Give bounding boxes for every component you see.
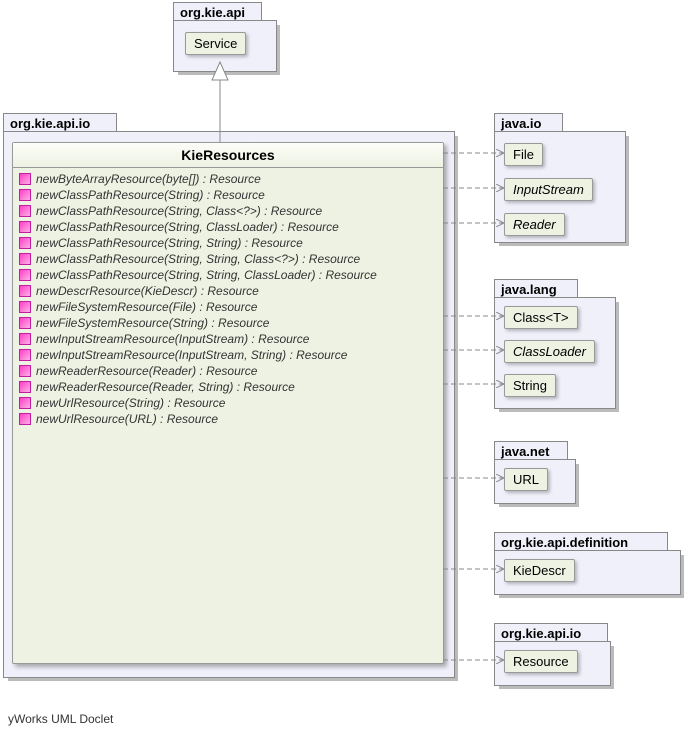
class-string[interactable]: String	[504, 374, 556, 397]
method-icon	[19, 333, 31, 345]
class-resource[interactable]: Resource	[504, 650, 578, 673]
footer-text: yWorks UML Doclet	[8, 712, 113, 726]
method-line: newUrlResource(URL) : Resource	[19, 411, 437, 427]
method-text: newDescrResource(KieDescr) : Resource	[36, 284, 259, 298]
method-text: newFileSystemResource(String) : Resource	[36, 316, 269, 330]
class-kiedescr[interactable]: KieDescr	[504, 559, 575, 582]
method-text: newReaderResource(Reader, String) : Reso…	[36, 380, 295, 394]
class-title: KieResources	[13, 143, 443, 168]
method-line: newInputStreamResource(InputStream) : Re…	[19, 331, 437, 347]
method-icon	[19, 205, 31, 217]
class-kieresources[interactable]: KieResources newByteArrayResource(byte[]…	[12, 142, 444, 664]
method-icon	[19, 237, 31, 249]
method-line: newClassPathResource(String, String, Cla…	[19, 267, 437, 283]
class-url[interactable]: URL	[504, 468, 548, 491]
method-text: newInputStreamResource(InputStream) : Re…	[36, 332, 309, 346]
method-line: newUrlResource(String) : Resource	[19, 395, 437, 411]
method-text: newClassPathResource(String) : Resource	[36, 188, 265, 202]
method-icon	[19, 365, 31, 377]
method-icon	[19, 269, 31, 281]
method-icon	[19, 285, 31, 297]
method-text: newClassPathResource(String, String, Cla…	[36, 252, 360, 266]
method-icon	[19, 189, 31, 201]
method-text: newInputStreamResource(InputStream, Stri…	[36, 348, 347, 362]
method-icon	[19, 413, 31, 425]
method-icon	[19, 381, 31, 393]
method-text: newFileSystemResource(File) : Resource	[36, 300, 257, 314]
method-line: newReaderResource(Reader) : Resource	[19, 363, 437, 379]
method-line: newFileSystemResource(File) : Resource	[19, 299, 437, 315]
method-icon	[19, 397, 31, 409]
method-text: newByteArrayResource(byte[]) : Resource	[36, 172, 261, 186]
class-classloader[interactable]: ClassLoader	[504, 340, 595, 363]
class-inputstream[interactable]: InputStream	[504, 178, 593, 201]
method-text: newReaderResource(Reader) : Resource	[36, 364, 257, 378]
method-text: newClassPathResource(String, Class<?>) :…	[36, 204, 322, 218]
method-line: newClassPathResource(String, String) : R…	[19, 235, 437, 251]
method-icon	[19, 173, 31, 185]
method-line: newClassPathResource(String) : Resource	[19, 187, 437, 203]
class-reader[interactable]: Reader	[504, 213, 565, 236]
method-icon	[19, 349, 31, 361]
class-file[interactable]: File	[504, 143, 543, 166]
class-body: newByteArrayResource(byte[]) : Resource n…	[13, 168, 443, 430]
method-text: newClassPathResource(String, String, Cla…	[36, 268, 377, 282]
method-icon	[19, 317, 31, 329]
method-text: newClassPathResource(String, ClassLoader…	[36, 220, 339, 234]
method-icon	[19, 301, 31, 313]
method-line: newByteArrayResource(byte[]) : Resource	[19, 171, 437, 187]
method-line: newFileSystemResource(String) : Resource	[19, 315, 437, 331]
method-line: newInputStreamResource(InputStream, Stri…	[19, 347, 437, 363]
method-text: newClassPathResource(String, String) : R…	[36, 236, 303, 250]
method-line: newClassPathResource(String, ClassLoader…	[19, 219, 437, 235]
method-text: newUrlResource(URL) : Resource	[36, 412, 218, 426]
method-icon	[19, 221, 31, 233]
method-line: newClassPathResource(String, String, Cla…	[19, 251, 437, 267]
method-line: newDescrResource(KieDescr) : Resource	[19, 283, 437, 299]
class-service[interactable]: Service	[185, 32, 246, 55]
method-line: newReaderResource(Reader, String) : Reso…	[19, 379, 437, 395]
method-text: newUrlResource(String) : Resource	[36, 396, 225, 410]
class-classt[interactable]: Class<T>	[504, 306, 578, 329]
method-icon	[19, 253, 31, 265]
method-line: newClassPathResource(String, Class<?>) :…	[19, 203, 437, 219]
